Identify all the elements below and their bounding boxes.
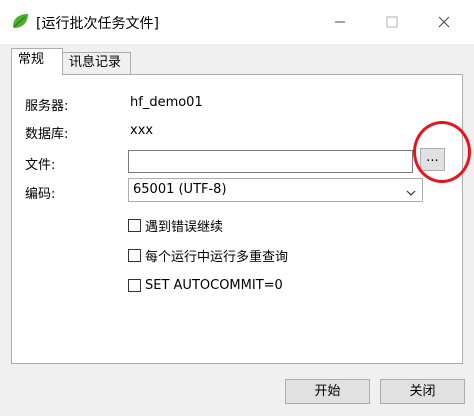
close-icon: [438, 16, 450, 28]
autocommit-option[interactable]: SET AUTOCOMMIT=0: [128, 276, 283, 294]
start-button[interactable]: 开始: [285, 379, 370, 404]
leaf-app-icon: [10, 11, 30, 31]
server-label: 服务器:: [25, 99, 69, 114]
autocommit-label: SET AUTOCOMMIT=0: [145, 277, 283, 293]
multi-query-checkbox[interactable]: [128, 248, 141, 262]
close-button[interactable]: 关闭: [380, 379, 465, 404]
maximize-icon: [386, 16, 398, 28]
title-bar: [运行批次任务文件]: [0, 0, 474, 44]
minimize-icon: [334, 16, 346, 28]
run-batch-task-dialog: [运行批次任务文件] 常规 讯息记录 服务器: hf_demo01 数据库: x…: [0, 0, 474, 416]
minimize-button[interactable]: [320, 6, 360, 38]
database-value: xxx: [130, 123, 154, 138]
window-title: [运行批次任务文件]: [36, 16, 159, 32]
multi-query-label: 每个运行中运行多重查询: [145, 249, 289, 265]
general-tab-panel: 服务器: hf_demo01 数据库: xxx 文件: 编码: 65001 (U…: [11, 74, 463, 364]
browse-file-button[interactable]: ...: [420, 148, 445, 171]
tab-message-log[interactable]: 讯息记录: [63, 52, 131, 74]
continue-on-error-checkbox[interactable]: [128, 218, 141, 232]
continue-on-error-label: 遇到错误继续: [145, 219, 224, 235]
database-label: 数据库:: [25, 127, 69, 142]
chevron-down-icon: [406, 186, 416, 201]
server-value: hf_demo01: [130, 95, 203, 110]
file-path-input[interactable]: [128, 150, 413, 173]
continue-on-error-option[interactable]: 遇到错误继续: [128, 216, 224, 235]
file-label: 文件:: [25, 158, 56, 173]
multi-query-option[interactable]: 每个运行中运行多重查询: [128, 246, 289, 265]
tab-general[interactable]: 常规: [11, 48, 63, 75]
encoding-select[interactable]: 65001 (UTF-8): [128, 178, 423, 202]
close-window-button[interactable]: [424, 6, 464, 38]
encoding-label: 编码:: [25, 187, 56, 202]
encoding-selected-value: 65001 (UTF-8): [133, 182, 227, 197]
autocommit-checkbox[interactable]: [128, 278, 141, 292]
maximize-button[interactable]: [372, 6, 412, 38]
